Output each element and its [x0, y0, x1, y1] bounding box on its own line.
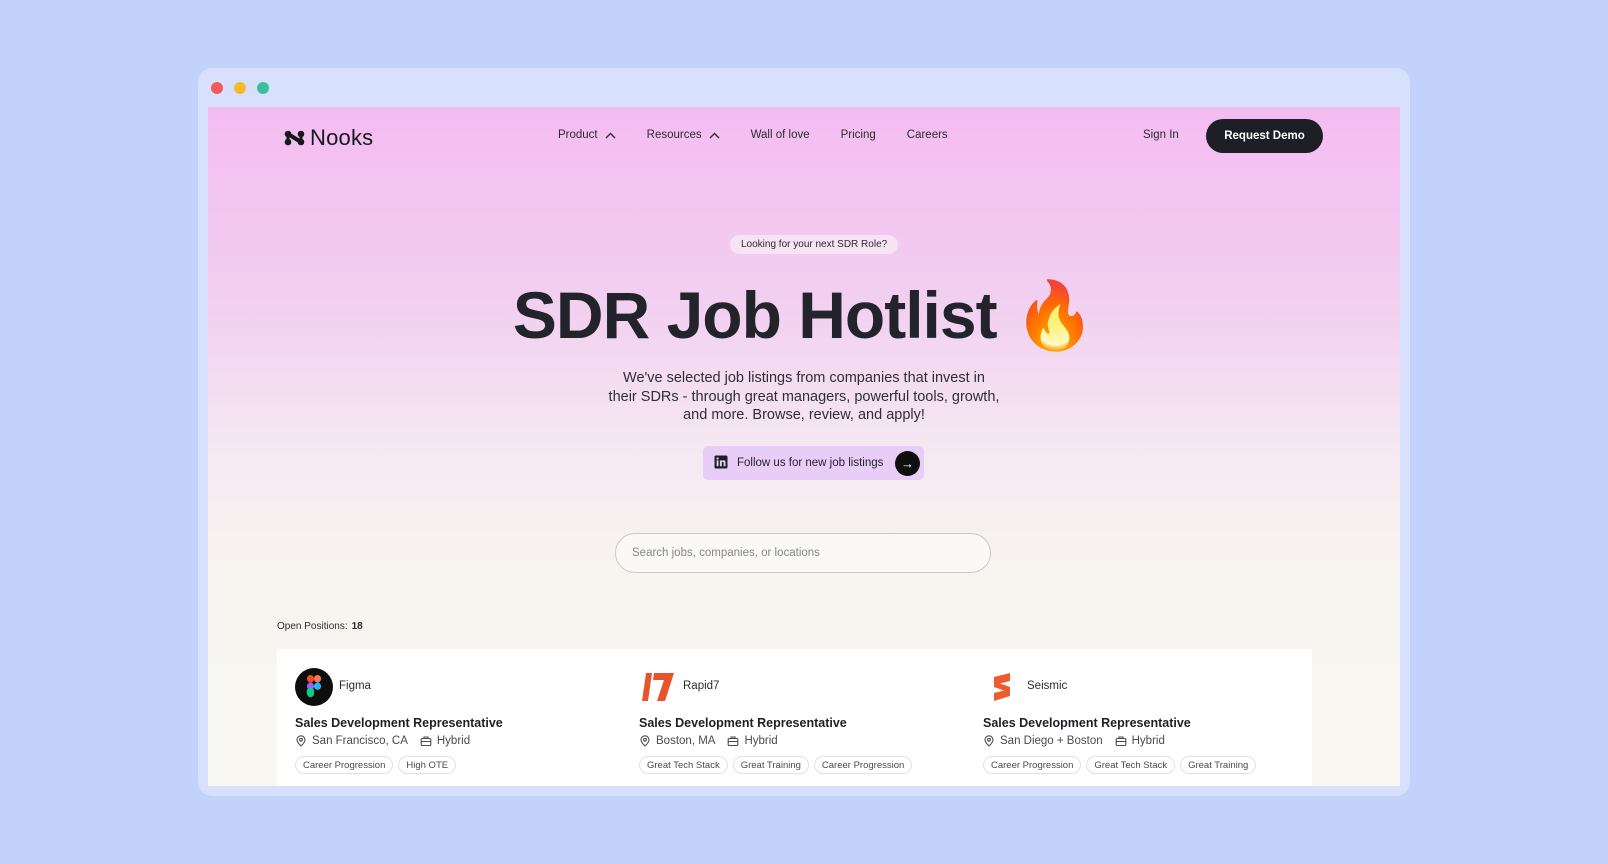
- chevron-up-icon: [605, 132, 616, 138]
- briefcase-icon: [728, 736, 739, 747]
- job-work-type: Hybrid: [744, 735, 778, 747]
- nav-links: Product Resources Wall of love Pricing C…: [558, 129, 979, 141]
- nav-item-careers[interactable]: Careers: [907, 129, 948, 141]
- job-title[interactable]: Sales Development Representative: [639, 716, 847, 730]
- open-positions-label: Open Positions:: [277, 621, 348, 632]
- open-positions-number: 18: [351, 621, 363, 632]
- maximize-window-dot[interactable]: [257, 82, 269, 94]
- job-tags: Career Progression Great Tech Stack Grea…: [983, 756, 1303, 774]
- search-input[interactable]: [615, 533, 991, 573]
- nooks-logo[interactable]: Nooks: [284, 125, 373, 151]
- job-title[interactable]: Sales Development Representative: [295, 716, 503, 730]
- nav-item-label: Product: [558, 129, 598, 141]
- job-tag: Great Tech Stack: [639, 756, 728, 774]
- page-viewport: Nooks Product Resources Wall of love Pri…: [208, 107, 1400, 786]
- follow-label: Follow us for new job listings: [737, 457, 884, 469]
- request-demo-button[interactable]: Request Demo: [1206, 119, 1323, 153]
- job-tag: Career Progression: [295, 756, 394, 774]
- location-pin-icon: [640, 735, 650, 747]
- job-meta: San Francisco, CA Hybrid: [295, 735, 470, 747]
- nooks-logo-icon: [284, 130, 305, 146]
- hero-subtitle: We've selected job listings from compani…: [608, 370, 1000, 423]
- nav-item-label: Resources: [646, 129, 702, 141]
- briefcase-icon: [1115, 736, 1126, 747]
- job-tag: Career Progression: [983, 756, 1082, 774]
- fire-icon: 🔥: [1013, 278, 1096, 352]
- job-tag: High OTE: [398, 756, 457, 774]
- nav-item-resources[interactable]: Resources: [647, 129, 720, 141]
- nav-item-label: Wall of love: [750, 129, 810, 141]
- nav-item-product[interactable]: Product: [558, 129, 616, 141]
- job-location: Boston, MA: [656, 735, 716, 747]
- job-work-type: Hybrid: [1131, 735, 1165, 747]
- nav-item-label: Careers: [906, 129, 948, 141]
- nav-item-wall-of-love[interactable]: Wall of love: [751, 129, 810, 141]
- job-card[interactable]: Rapid7 Sales Development Representative …: [621, 649, 968, 786]
- linkedin-icon: [714, 455, 728, 469]
- job-tag: Great Training: [732, 756, 809, 774]
- company-name: Rapid7: [683, 680, 720, 692]
- job-work-type: Hybrid: [436, 735, 471, 747]
- close-window-dot[interactable]: [211, 82, 223, 94]
- open-positions-count: Open Positions: 18: [277, 621, 363, 632]
- job-tag: Great Training: [1180, 756, 1257, 774]
- seismic-logo-icon: [994, 673, 1010, 701]
- job-tag: Career Progression: [813, 756, 913, 774]
- job-card[interactable]: Figma Sales Development Representative S…: [277, 649, 624, 786]
- nav-item-pricing[interactable]: Pricing: [841, 129, 876, 141]
- minimize-window-dot[interactable]: [234, 82, 246, 94]
- job-tag: Great Tech Stack: [1086, 756, 1176, 774]
- job-tags: Great Tech Stack Great Training Career P…: [639, 756, 959, 774]
- figma-logo-icon: [295, 668, 333, 706]
- browser-window: Nooks Product Resources Wall of love Pri…: [198, 68, 1410, 796]
- sign-in-link[interactable]: Sign In: [1143, 129, 1179, 141]
- job-location: San Diego + Boston: [1000, 735, 1103, 747]
- job-card[interactable]: Seismic Sales Development Representative…: [965, 649, 1312, 786]
- job-title[interactable]: Sales Development Representative: [983, 716, 1191, 730]
- follow-linkedin-button[interactable]: Follow us for new job listings →: [703, 446, 924, 480]
- job-location: San Francisco, CA: [312, 735, 408, 747]
- rapid7-logo-icon: [642, 673, 674, 701]
- top-navigation: Nooks Product Resources Wall of love Pri…: [208, 107, 1400, 167]
- hero-eyebrow-badge: Looking for your next SDR Role?: [730, 235, 899, 254]
- briefcase-icon: [420, 736, 432, 747]
- location-pin-icon: [984, 735, 994, 747]
- location-pin-icon: [296, 735, 306, 747]
- page-title-text: SDR Job Hotlist: [512, 278, 998, 352]
- brand-name: Nooks: [310, 125, 374, 150]
- job-meta: San Diego + Boston Hybrid: [983, 735, 1165, 747]
- job-tags: Career Progression High OTE: [295, 756, 615, 774]
- chevron-up-icon: [709, 132, 720, 138]
- job-meta: Boston, MA Hybrid: [639, 735, 778, 747]
- nav-item-label: Pricing: [840, 129, 876, 141]
- page-title: SDR Job Hotlist 🔥: [208, 279, 1400, 351]
- arrow-right-icon: →: [895, 451, 920, 476]
- company-name: Seismic: [1027, 680, 1068, 692]
- company-name: Figma: [339, 680, 371, 692]
